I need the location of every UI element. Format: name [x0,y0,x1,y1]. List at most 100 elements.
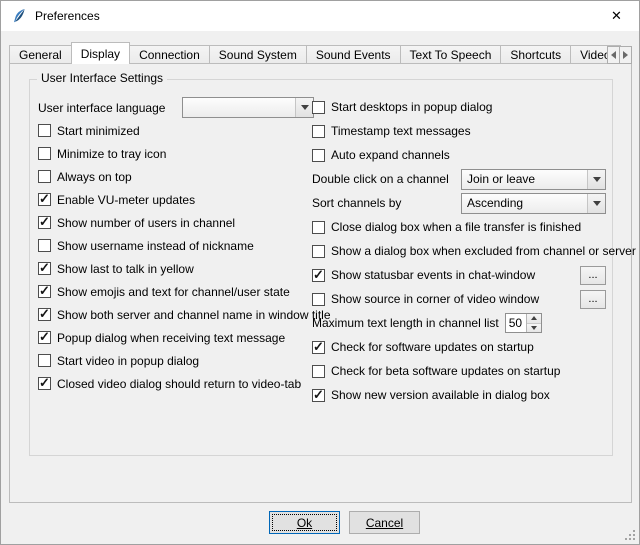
chevron-down-icon [587,194,605,213]
checkbox[interactable] [38,308,51,321]
checkbox[interactable] [38,354,51,367]
tab[interactable]: Connection [129,45,210,64]
language-row: User interface language [38,96,314,119]
tab-label: Text To Speech [410,48,492,62]
language-combo[interactable] [182,97,314,118]
checkbox-label: Show username instead of nickname [57,239,254,253]
checkbox[interactable] [312,221,325,234]
checkbox-label: Check for beta software updates on start… [331,364,560,378]
double-click-combo[interactable]: Join or leave [461,169,606,190]
checkbox-label: Show a dialog box when excluded from cha… [331,244,636,258]
checkbox[interactable] [312,149,325,162]
checkbox-row: Always on top [38,165,314,188]
checkbox-row: Check for beta software updates on start… [312,359,606,383]
arrow-left-icon [611,51,616,59]
language-label: User interface language [38,101,165,115]
checkbox[interactable] [312,389,325,402]
double-click-row: Double click on a channel Join or leave [312,167,606,191]
feather-icon [11,8,27,24]
checkbox[interactable] [38,262,51,275]
checkbox-label: Show source in corner of video window [331,292,539,306]
checkbox-row: Show number of users in channel [38,211,314,234]
checkbox-label: Show new version available in dialog box [331,388,550,402]
tab[interactable]: Sound Events [306,45,401,64]
checkbox-label: Closed video dialog should return to vid… [57,377,301,391]
checkbox-label: Show emojis and text for channel/user st… [57,285,290,299]
checkbox[interactable] [38,216,51,229]
checkbox[interactable] [312,269,325,282]
tab-label: Sound Events [316,48,391,62]
max-text-length-label: Maximum text length in channel list [312,316,499,330]
tab-scroller [607,46,632,64]
sort-channels-value: Ascending [462,196,587,210]
checkbox-label: Always on top [57,170,132,184]
checkbox[interactable] [38,285,51,298]
tab-label: General [19,48,62,62]
arrow-right-icon [623,51,628,59]
checkbox-row: Show both server and channel name in win… [38,303,314,326]
checkbox-label: Minimize to tray icon [57,147,166,161]
checkbox[interactable] [38,147,51,160]
checkbox-label: Close dialog box when a file transfer is… [331,220,581,234]
chevron-down-icon [587,170,605,189]
checkbox-row: Start video in popup dialog [38,349,314,372]
checkbox-row: Minimize to tray icon [38,142,314,165]
checkbox[interactable] [312,125,325,138]
tab-scroll-right-button[interactable] [619,46,632,64]
tab[interactable]: General [9,45,72,64]
tab-label: Display [81,47,120,61]
double-click-label: Double click on a channel [312,172,449,186]
checkbox-row: Show new version available in dialog box [312,383,606,407]
checkbox[interactable] [312,365,325,378]
right-column: Start desktops in popup dialog Timestamp… [312,95,606,407]
checkbox-row: Timestamp text messages [312,119,606,143]
checkbox[interactable] [312,293,325,306]
sort-channels-combo[interactable]: Ascending [461,193,606,214]
checkbox-label: Timestamp text messages [331,124,471,138]
checkbox-label: Popup dialog when receiving text message [57,331,285,345]
checkbox-label: Start desktops in popup dialog [331,100,492,114]
spin-up-icon[interactable] [527,314,541,324]
checkbox[interactable] [38,170,51,183]
tab[interactable]: Text To Speech [400,45,502,64]
checkbox-label: Start minimized [57,124,140,138]
checkbox-row: Closed video dialog should return to vid… [38,372,314,395]
checkbox-row: Popup dialog when receiving text message [38,326,314,349]
checkbox-label: Show both server and channel name in win… [57,308,331,322]
max-text-length-spinner[interactable]: 50 [505,313,542,333]
ok-button[interactable]: Ok [269,511,340,534]
checkbox[interactable] [38,377,51,390]
checkbox[interactable] [38,124,51,137]
right-bottom-checkbox-list: Check for software updates on startup Ch… [312,335,606,407]
spin-down-icon[interactable] [527,324,541,333]
left-column: User interface language Start minimized [38,96,314,395]
tab-label: Sound System [219,48,297,62]
title-bar[interactable]: Preferences ✕ [1,1,639,31]
checkbox[interactable] [38,331,51,344]
cancel-button[interactable]: Cancel [349,511,420,534]
checkbox-label: Show statusbar events in chat-window [331,268,535,282]
checkbox[interactable] [312,101,325,114]
checkbox-row: Show emojis and text for channel/user st… [38,280,314,303]
checkbox[interactable] [312,341,325,354]
statusbar-events-more-button[interactable]: ... [580,266,606,285]
checkbox[interactable] [38,239,51,252]
checkbox[interactable] [38,193,51,206]
close-button[interactable]: ✕ [594,1,639,31]
checkbox-row: Start minimized [38,119,314,142]
resize-grip[interactable] [623,528,636,541]
sort-channels-label: Sort channels by [312,196,401,210]
checkbox[interactable] [312,245,325,258]
checkbox-row: Enable VU-meter updates [38,188,314,211]
checkbox-label: Start video in popup dialog [57,354,199,368]
checkbox-row: Show last to talk in yellow [38,257,314,280]
tab[interactable]: Shortcuts [500,45,571,64]
checkbox-label: Show last to talk in yellow [57,262,194,276]
tab[interactable]: Display [71,42,130,64]
statusbar-events-row: Show statusbar events in chat-window ... [312,263,606,287]
checkbox-label: Check for software updates on startup [331,340,534,354]
group-title: User Interface Settings [37,71,167,85]
tab[interactable]: Sound System [209,45,307,64]
checkbox-row: Show username instead of nickname [38,234,314,257]
video-source-more-button[interactable]: ... [580,290,606,309]
